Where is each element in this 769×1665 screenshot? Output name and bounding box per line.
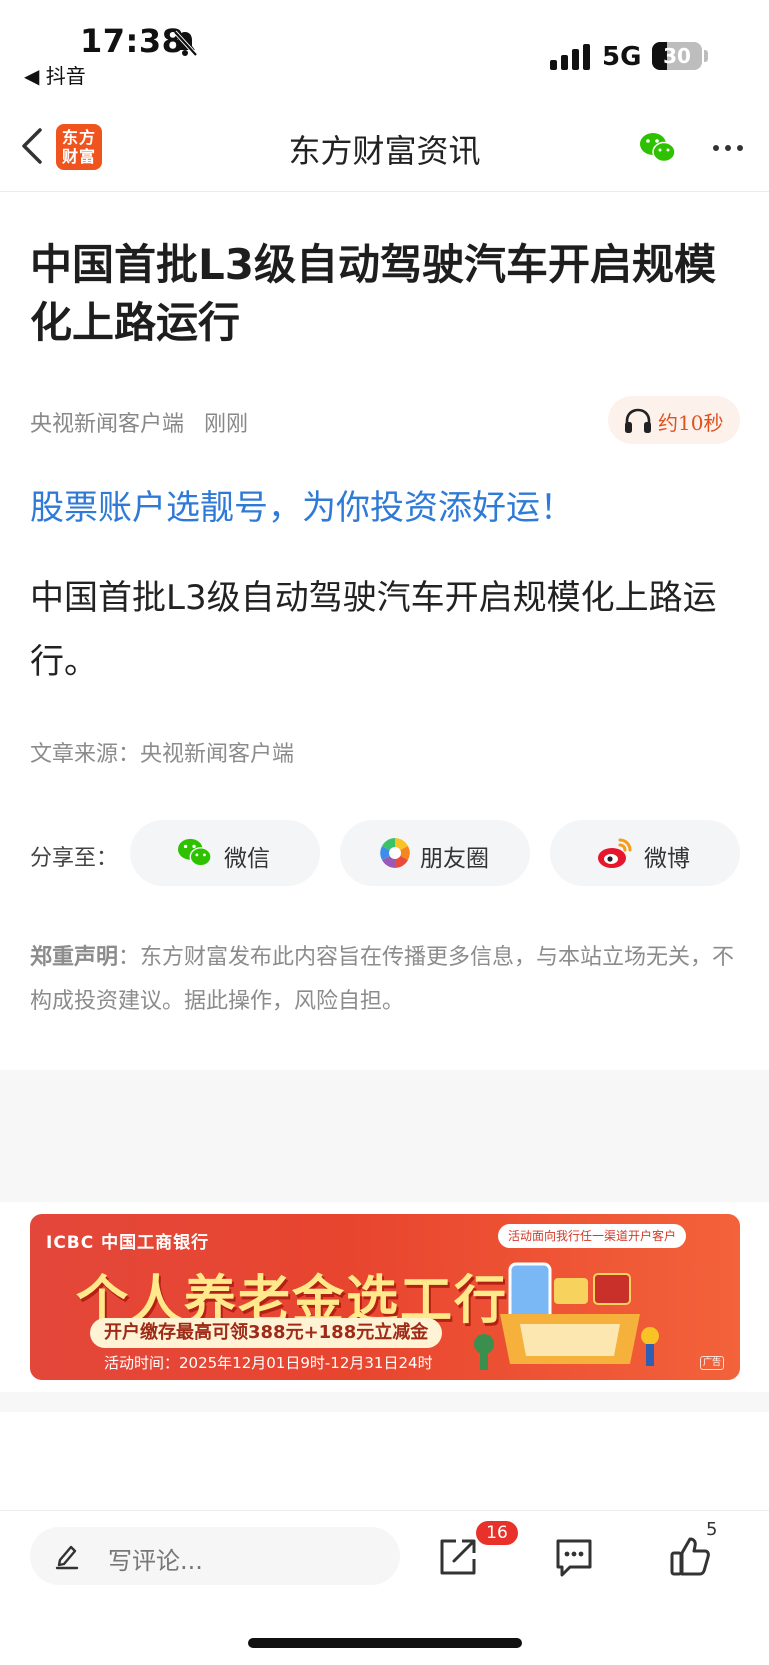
section-separator-bottom xyxy=(0,1392,769,1412)
section-separator xyxy=(0,1070,769,1202)
icbc-ad-banner[interactable]: ICBC 中国工商银行 活动面向我行任一渠道开户客户 个人养老金选工行 开户缴存… xyxy=(30,1214,740,1380)
article-meta: 央视新闻客户端 刚刚 xyxy=(30,406,248,438)
share-count-badge: 16 xyxy=(476,1521,518,1545)
share-label: 分享至： xyxy=(30,846,119,871)
comment-placeholder: 写评论... xyxy=(108,1547,203,1575)
battery-cap xyxy=(704,50,708,62)
wechat-share-icon[interactable] xyxy=(638,130,678,166)
logo-line-2: 财富 xyxy=(61,147,96,166)
disclaimer-text: ：东方财富发布此内容旨在传播更多信息，与本站立场无关，不构成投资建议。据此操作，… xyxy=(30,945,735,1014)
like-count: 5 xyxy=(706,1519,718,1540)
signal-icon xyxy=(550,44,590,70)
pencil-icon xyxy=(55,1545,79,1570)
nav-bar: 东方 财富 东方财富资讯 xyxy=(0,100,769,192)
share-wechat-label: 微信 xyxy=(224,846,270,872)
ad-time: 活动时间：2025年12月01日9时-12月31日24时 xyxy=(104,1354,433,1372)
battery-icon: 30 xyxy=(652,42,702,70)
share-moments-label: 朋友圈 xyxy=(420,846,489,872)
share-icon[interactable] xyxy=(436,1535,480,1579)
status-time: 17:38 xyxy=(80,22,185,60)
disclaimer-title: 郑重声明 xyxy=(30,945,119,970)
ad-brand: ICBC 中国工商银行 xyxy=(46,1233,210,1253)
article-time: 刚刚 xyxy=(204,412,249,437)
logo-line-1: 东方 xyxy=(61,128,96,147)
eastmoney-logo[interactable]: 东方 财富 xyxy=(56,124,102,170)
promo-link[interactable]: 股票账户选靓号，为你投资添好运！ xyxy=(30,480,574,529)
thumbs-up-icon[interactable] xyxy=(668,1535,712,1579)
comment-icon[interactable] xyxy=(552,1535,596,1579)
article-source-line: 文章来源：央视新闻客户端 xyxy=(30,742,295,767)
comment-input[interactable]: 写评论... xyxy=(30,1527,400,1585)
status-bar: 17:38 ◀ 抖音 5G 30 xyxy=(0,0,769,96)
weibo-icon xyxy=(598,838,632,868)
bell-muted-icon xyxy=(173,30,198,57)
back-chevron-icon[interactable] xyxy=(16,124,48,168)
back-to-app-link[interactable]: ◀ 抖音 xyxy=(24,60,86,89)
more-options-icon[interactable] xyxy=(708,130,748,166)
ad-illustration xyxy=(474,1262,659,1370)
disclaimer: 郑重声明：东方财富发布此内容旨在传播更多信息，与本站立场无关，不构成投资建议。据… xyxy=(30,936,740,1024)
wechat-icon xyxy=(178,838,212,867)
share-weibo-button[interactable]: 微博 xyxy=(550,820,740,886)
ad-offer-pill: 开户缴存最高可领388元+188元立减金 xyxy=(90,1318,443,1348)
share-wechat-button[interactable]: 微信 xyxy=(130,820,320,886)
listen-audio-button[interactable]: 约10秒 xyxy=(608,396,740,444)
share-moments-button[interactable]: 朋友圈 xyxy=(340,820,530,886)
ad-label: 广告 xyxy=(700,1356,724,1370)
article-body: 中国首批L3级自动驾驶汽车开启规模化上路运行。 xyxy=(30,578,717,682)
network-type: 5G xyxy=(602,42,642,72)
moments-aperture-icon xyxy=(380,838,410,868)
article-headline: 中国首批L3级自动驾驶汽车开启规模化上路运行 xyxy=(30,240,716,347)
home-indicator[interactable] xyxy=(248,1638,522,1648)
audio-duration-label: 约10秒 xyxy=(658,411,724,435)
share-weibo-label: 微博 xyxy=(644,846,690,872)
battery-percent: 30 xyxy=(663,44,691,68)
headphones-icon xyxy=(625,408,651,433)
article-source: 央视新闻客户端 xyxy=(30,412,185,437)
